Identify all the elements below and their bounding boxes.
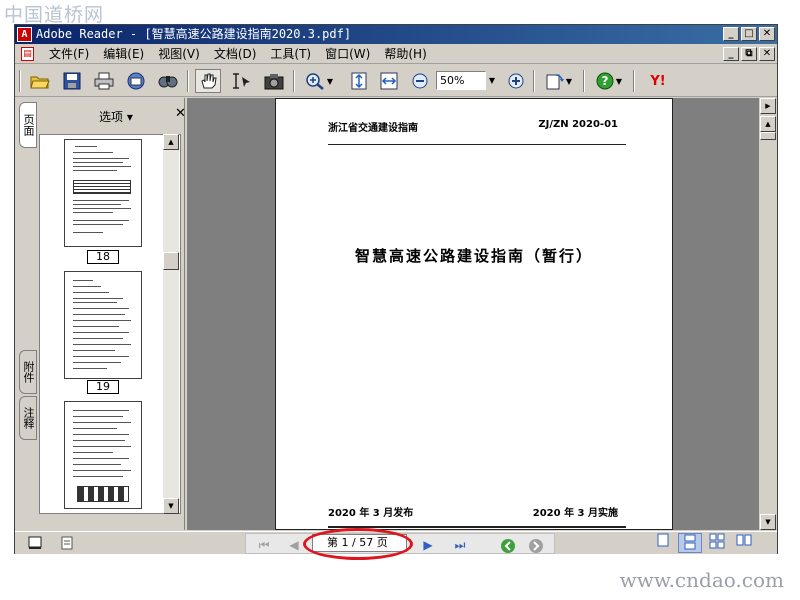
save-icon[interactable] [59,69,85,93]
toolbar-separator [583,70,585,92]
go-forward-icon[interactable] [526,538,546,553]
app-window: A Adobe Reader - [智慧高速公路建设指南2020.3.pdf] … [14,24,778,560]
page-header-right: ZJ/ZN 2020-01 [538,119,618,130]
split-arrow-icon[interactable]: ▶ [760,98,776,114]
open-icon[interactable] [27,69,53,93]
go-back-icon[interactable] [498,538,518,553]
toolbar: ▼ 50% ▼ ▼ ? ▼ Y! [15,65,777,97]
thumbnail-label: 18 [87,250,119,264]
rotate-icon[interactable]: ▼ [541,69,577,93]
toolbar-separator [187,70,189,92]
menu-document[interactable]: 文档(D) [207,44,264,64]
effective-date: 2020 年 3 月实施 [532,508,618,519]
navigation-panel: 页面 附件 注释 选项 ▾ ✕ 18 19 ▲ ▼ [15,98,186,530]
scroll-thumb[interactable] [760,132,776,140]
tab-pages[interactable]: 页面 [19,102,37,148]
menu-edit[interactable]: 编辑(E) [96,44,151,64]
last-page-icon[interactable]: ⏭ [448,538,472,553]
scroll-down-icon[interactable]: ▼ [760,514,776,530]
facing-pages-icon[interactable] [705,533,729,553]
email-icon[interactable] [123,69,149,93]
menu-bar: ▤ 文件(F) 编辑(E) 视图(V) 文档(D) 工具(T) 窗口(W) 帮助… [15,44,777,64]
zoom-plus-icon[interactable] [505,69,527,93]
hand-icon[interactable] [195,69,221,93]
thumbnail-list[interactable]: 18 19 [39,134,181,514]
status-bar: ⏮ ◀ ▶ ⏭ 第 1 / 57 页 [15,528,777,560]
scroll-down-icon[interactable]: ▼ [163,498,179,514]
zoom-in-tool-icon[interactable]: ▼ [301,69,337,93]
toolbar-separator [293,70,295,92]
panel-close-icon[interactable]: ✕ [175,106,186,121]
help-icon[interactable]: ? ▼ [591,69,627,93]
menu-window[interactable]: 窗口(W) [318,44,377,64]
tab-attachments[interactable]: 附件 [19,350,37,394]
document-page: 浙江省交通建设指南 ZJ/ZN 2020-01 智慧高速公路建设指南（暂行） 2… [275,98,673,530]
watermark-top: 中国道桥网 [4,4,105,26]
menu-help[interactable]: 帮助(H) [377,44,433,64]
toolbar-separator [633,70,635,92]
toolbar-separator [533,70,535,92]
single-page-icon[interactable] [651,533,675,553]
zoom-dropdown-icon[interactable]: ▼ [486,71,498,90]
continuous-facing-icon[interactable] [732,533,756,553]
watermark-bottom: www.cndao.com [619,568,784,592]
thumbnail-page-20[interactable] [64,401,142,509]
continuous-page-icon[interactable] [678,533,702,553]
show-nav-panel-icon[interactable] [27,536,43,551]
print-icon[interactable] [91,69,117,93]
zoom-out-icon[interactable] [409,69,431,93]
menu-tools[interactable]: 工具(T) [263,44,318,64]
scroll-thumb[interactable] [163,252,179,270]
previous-page-icon[interactable]: ◀ [284,538,304,553]
thumbnail-label: 19 [87,380,119,394]
menu-view[interactable]: 视图(V) [151,44,207,64]
minimize-button[interactable]: _ [723,27,739,41]
zoom-input[interactable]: 50% [436,71,486,90]
thumbnail-page-18[interactable] [64,139,142,247]
document-scrollbar[interactable]: ▶ ▲ ▼ [760,98,777,530]
actual-size-icon[interactable] [347,69,371,93]
scroll-up-icon[interactable]: ▲ [760,116,776,132]
document-title: 智慧高速公路建设指南（暂行） [354,247,593,265]
page-header-left: 浙江省交通建设指南 [328,123,418,134]
options-dropdown[interactable]: 选项 ▾ [99,108,133,125]
doc-restore-button[interactable]: ⧉ [741,47,757,61]
adobe-reader-icon[interactable]: A [17,27,32,42]
header-rule [328,144,626,145]
thumbnail-scrollbar[interactable]: ▲ ▼ [163,134,179,514]
select-text-icon[interactable] [227,69,255,93]
svg-text:?: ? [601,74,608,88]
search-icon[interactable] [155,69,181,93]
scroll-up-icon[interactable]: ▲ [163,134,179,150]
close-button[interactable]: ✕ [759,27,775,41]
first-page-icon[interactable]: ⏮ [254,538,274,553]
panel-header: 选项 ▾ ✕ [39,98,186,134]
toolbar-grip [19,70,21,92]
title-bar[interactable]: A Adobe Reader - [智慧高速公路建设指南2020.3.pdf] … [15,25,777,44]
page-number-field[interactable]: 第 1 / 57 页 [312,534,407,552]
menu-file[interactable]: 文件(F) [42,44,96,64]
window-title: Adobe Reader - [智慧高速公路建设指南2020.3.pdf] [36,27,352,41]
fit-width-icon[interactable] [377,69,401,93]
document-menu-icon[interactable]: ▤ [21,47,34,61]
snapshot-icon[interactable] [261,69,287,93]
maximize-button[interactable]: □ [741,27,757,41]
thumbnail-page-19[interactable] [64,271,142,379]
footer-rule [328,526,626,528]
document-viewer[interactable]: 浙江省交通建设指南 ZJ/ZN 2020-01 智慧高速公路建设指南（暂行） 2… [187,98,759,530]
doc-close-button[interactable]: ✕ [759,47,775,61]
tab-comments[interactable]: 注释 [19,396,37,440]
next-page-icon[interactable]: ▶ [418,538,438,553]
yahoo-icon[interactable]: Y! [641,69,675,93]
publish-date: 2020 年 3 月发布 [328,508,414,519]
doc-minimize-button[interactable]: _ [723,47,739,61]
page-options-icon[interactable] [59,536,75,551]
